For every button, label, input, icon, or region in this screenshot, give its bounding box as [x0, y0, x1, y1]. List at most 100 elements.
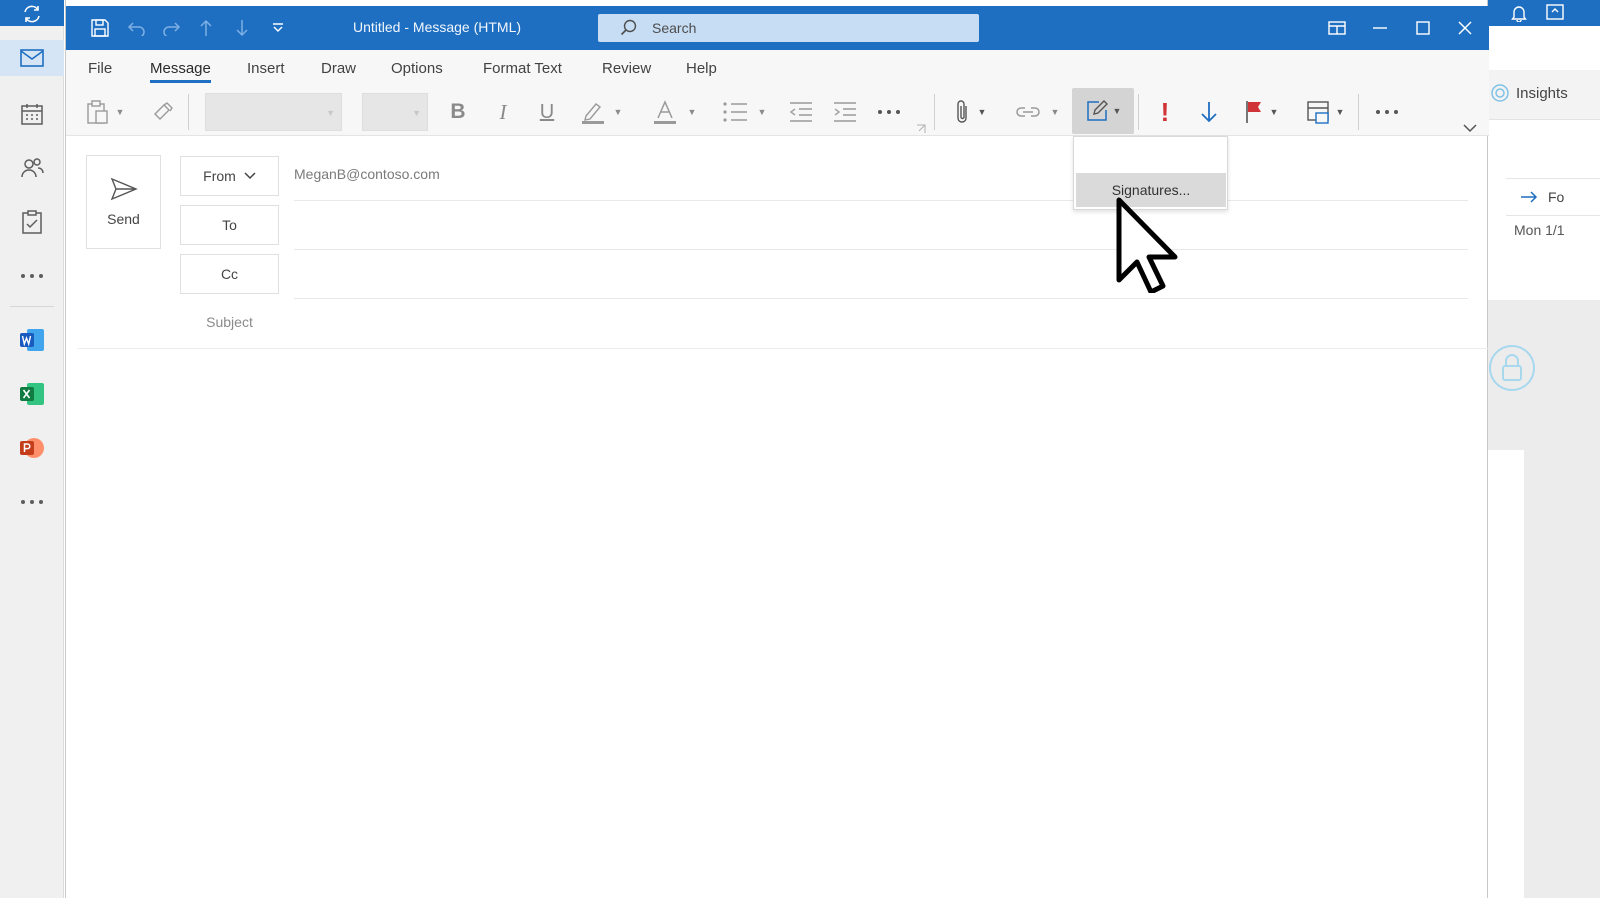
paste-button[interactable]: ▼ [80, 96, 130, 128]
highlighter-icon [580, 99, 606, 125]
send-button[interactable]: Send [86, 155, 161, 249]
italic-icon[interactable]: I [489, 96, 517, 128]
sync-icon[interactable] [14, 0, 50, 32]
chevron-down-icon: ▼ [613, 107, 623, 117]
tab-file[interactable]: File [88, 60, 112, 77]
low-importance-icon[interactable] [1196, 96, 1222, 128]
to-input[interactable] [294, 205, 1468, 245]
subject-input[interactable] [294, 303, 1468, 343]
chevron-down-icon: ▼ [977, 107, 987, 117]
ribbon: ▼ ▼ ▼ B I U ▼ ▼ ▼ ▼ ▼ ▼ ! ▼ ▼ [66, 88, 1489, 136]
cc-input[interactable] [294, 254, 1468, 294]
high-importance-icon[interactable]: ! [1152, 96, 1178, 128]
word-icon[interactable] [14, 322, 50, 358]
bullets-button[interactable]: ▼ [716, 96, 772, 128]
redo-icon[interactable] [154, 6, 190, 50]
excel-icon[interactable] [14, 376, 50, 412]
chevron-down-icon: ▼ [1050, 107, 1060, 117]
background-ribbon: Insights [1488, 70, 1600, 120]
insights-button[interactable]: Insights [1490, 83, 1568, 103]
tab-review[interactable]: Review [602, 60, 651, 77]
decrease-indent-icon[interactable] [786, 96, 816, 128]
collapse-ribbon-icon[interactable] [1463, 120, 1477, 138]
to-divider [294, 249, 1468, 250]
close-icon[interactable] [1447, 6, 1483, 50]
more-apps-icon-2[interactable] [14, 484, 50, 520]
forward-button[interactable]: Fo [1506, 178, 1600, 216]
next-item-icon[interactable] [224, 6, 260, 50]
cc-button[interactable]: Cc [180, 254, 279, 294]
more-apps-icon[interactable] [14, 258, 50, 294]
forward-label: Fo [1548, 189, 1565, 205]
tab-help[interactable]: Help [686, 60, 717, 77]
previous-item-icon[interactable] [188, 6, 224, 50]
tab-message[interactable]: Message [150, 60, 211, 83]
chevron-down-icon [244, 172, 256, 180]
ribbon-separator [1138, 94, 1139, 130]
save-icon[interactable] [82, 6, 118, 50]
signature-button[interactable]: ▼ [1072, 88, 1134, 134]
send-icon [110, 177, 138, 201]
people-icon[interactable] [14, 150, 50, 186]
customize-toolbar-icon[interactable] [260, 6, 296, 50]
chevron-down-icon: ▼ [1335, 107, 1345, 117]
subject-divider [78, 348, 1488, 349]
chevron-down-icon: ▼ [757, 107, 767, 117]
maximize-icon[interactable] [1405, 6, 1441, 50]
message-date: Mon 1/1 [1514, 222, 1565, 238]
cc-divider [294, 298, 1468, 299]
underline-icon[interactable]: U [533, 96, 561, 128]
sensitivity-button[interactable]: ▼ [1304, 96, 1346, 128]
font-color-button[interactable]: ▼ [646, 96, 702, 128]
undo-icon[interactable] [118, 6, 154, 50]
minimize-icon[interactable] [1362, 6, 1398, 50]
ribbon-separator [188, 94, 189, 130]
chevron-down-icon: ▼ [687, 107, 697, 117]
font-name-dropdown[interactable]: ▼ [205, 93, 342, 131]
ribbon-display-options-icon[interactable] [1319, 6, 1355, 50]
tab-insert[interactable]: Insert [247, 60, 285, 77]
bullets-icon [722, 101, 748, 123]
font-size-dropdown[interactable]: ▼ [362, 93, 428, 131]
insights-icon [1490, 83, 1510, 103]
follow-up-button[interactable]: ▼ [1240, 96, 1282, 128]
search-placeholder: Search [652, 20, 697, 36]
from-label: From [203, 168, 236, 184]
chevron-down-icon: ▼ [326, 108, 335, 118]
window-title: Untitled - Message (HTML) [353, 19, 522, 35]
format-painter-icon[interactable] [146, 96, 180, 128]
increase-indent-icon[interactable] [830, 96, 860, 128]
mouse-cursor-icon [1116, 197, 1180, 298]
subject-label: Subject [206, 314, 253, 330]
attach-file-button[interactable]: ▼ [950, 96, 992, 128]
tab-draw[interactable]: Draw [321, 60, 356, 77]
paperclip-icon [956, 99, 970, 125]
font-color-icon [652, 99, 678, 125]
more-options-icon[interactable] [1372, 96, 1402, 128]
signature-icon [1085, 99, 1109, 123]
more-formatting-icon[interactable] [874, 96, 904, 128]
lock-icon [1488, 344, 1536, 392]
powerpoint-icon[interactable] [14, 430, 50, 466]
mail-icon[interactable] [0, 40, 64, 76]
from-address: MeganB@contoso.com [294, 166, 440, 182]
notification-bell-icon[interactable] [1510, 4, 1528, 27]
ribbon-separator [1358, 94, 1359, 130]
calendar-icon[interactable] [14, 96, 50, 132]
tab-options[interactable]: Options [391, 60, 443, 77]
bold-icon[interactable]: B [444, 96, 472, 128]
link-button[interactable]: ▼ [1010, 96, 1064, 128]
highlight-button[interactable]: ▼ [576, 96, 626, 128]
dialog-launcher-icon[interactable] [916, 121, 926, 139]
tasks-icon[interactable] [14, 204, 50, 240]
from-button[interactable]: From [180, 156, 279, 196]
from-divider [294, 200, 1468, 201]
paste-icon [86, 100, 108, 124]
search-box[interactable]: Search [598, 14, 979, 42]
background-window-icon[interactable] [1546, 4, 1564, 25]
chevron-down-icon: ▼ [115, 107, 125, 117]
to-label: To [222, 217, 237, 233]
to-button[interactable]: To [180, 205, 279, 245]
message-body[interactable] [78, 352, 1478, 892]
tab-format-text[interactable]: Format Text [483, 60, 562, 77]
